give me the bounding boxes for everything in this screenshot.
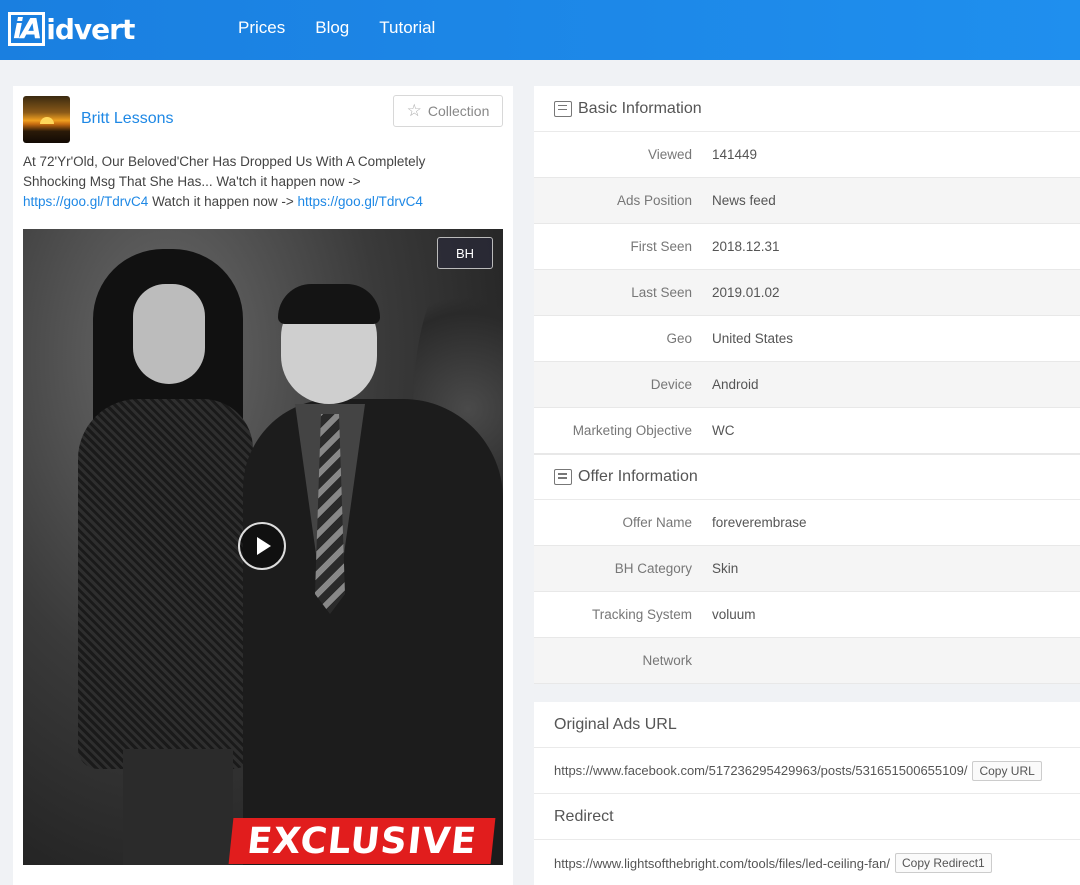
row-value: voluum xyxy=(712,607,756,622)
ad-link-2[interactable]: https://goo.gl/TdrvC4 xyxy=(298,194,423,209)
play-icon xyxy=(257,537,271,555)
redirect-url-row: https://www.lightsofthebright.com/tools/… xyxy=(534,840,1080,885)
info-row-last-seen: Last Seen 2019.01.02 xyxy=(534,270,1080,316)
offer-info-title: Offer Information xyxy=(578,468,698,485)
photo-woman-dress xyxy=(78,399,253,769)
row-key: Ads Position xyxy=(616,193,692,208)
bh-badge: BH xyxy=(437,237,493,269)
row-key: Marketing Objective xyxy=(572,423,692,438)
info-row-device: Device Android xyxy=(534,362,1080,408)
original-ads-url-row: https://www.facebook.com/517236295429963… xyxy=(534,748,1080,794)
row-value: 2019.01.02 xyxy=(712,285,780,300)
ad-text-line2: Shhocking Msg That She Has... Wa'tch it … xyxy=(23,174,361,189)
nav-tutorial-link[interactable]: Tutorial xyxy=(379,18,435,38)
info-row-offer-name: Offer Name foreverembrase xyxy=(534,500,1080,546)
basic-info-rows: Viewed 141449 Ads Position News feed First… xyxy=(534,132,1080,454)
basic-info-header: Basic Information xyxy=(534,86,1080,132)
exclusive-banner: EXCLUSIVE xyxy=(228,818,496,864)
offer-info-header: Offer Information xyxy=(534,454,1080,500)
sunset-sun xyxy=(40,117,54,124)
info-row-marketing-objective: Marketing Objective WC xyxy=(534,408,1080,454)
row-key: Offer Name xyxy=(622,515,692,530)
row-key: Device xyxy=(650,377,692,392)
offer-card-icon xyxy=(554,469,572,485)
info-row-geo: Geo United States xyxy=(534,316,1080,362)
ad-text-mid: Watch it happen now -> xyxy=(148,194,298,209)
row-key: Geo xyxy=(666,331,692,346)
row-key: BH Category xyxy=(614,561,692,576)
top-navigation-bar: iA idvert Prices Blog Tutorial xyxy=(0,0,1080,60)
ad-video-media[interactable]: BH EXCLUSIVE xyxy=(23,229,503,865)
row-value: News feed xyxy=(712,193,776,208)
ad-card: Britt Lessons ☆ Collection At 72'Yr'Old,… xyxy=(13,86,513,885)
offer-info-rows: Offer Name foreverembrase BH Category Skin… xyxy=(534,500,1080,684)
copy-url-button[interactable]: Copy URL xyxy=(972,760,1042,781)
logo-mark-text: iA xyxy=(8,12,46,46)
logo-mark: iA xyxy=(8,12,46,46)
info-row-ads-position: Ads Position News feed xyxy=(534,178,1080,224)
info-row-tracking-system: Tracking System voluum xyxy=(534,592,1080,638)
original-ads-url-title: Original Ads URL xyxy=(534,702,1080,748)
collection-button[interactable]: ☆ Collection xyxy=(393,95,503,127)
url-section: Original Ads URL https://www.facebook.co… xyxy=(534,702,1080,885)
original-ads-url[interactable]: https://www.facebook.com/517236295429963… xyxy=(554,763,967,778)
photo-man-hair xyxy=(278,284,380,324)
info-card-icon xyxy=(554,100,572,117)
logo-text: idvert xyxy=(46,12,135,46)
row-key: Viewed xyxy=(647,147,692,162)
redirect-url[interactable]: https://www.lightsofthebright.com/tools/… xyxy=(554,856,890,871)
row-key: Tracking System xyxy=(591,607,692,622)
play-button[interactable] xyxy=(238,522,286,570)
photo-man-suit xyxy=(243,399,503,865)
star-icon: ☆ xyxy=(406,101,422,120)
row-key: Network xyxy=(642,653,692,668)
row-value: 2018.12.31 xyxy=(712,239,780,254)
nav-prices-link[interactable]: Prices xyxy=(238,18,285,38)
info-row-viewed: Viewed 141449 xyxy=(534,132,1080,178)
ad-copy-text: At 72'Yr'Old, Our Beloved'Cher Has Dropp… xyxy=(23,152,503,212)
basic-info-title: Basic Information xyxy=(578,99,702,117)
logo[interactable]: iA idvert xyxy=(8,8,135,50)
row-value: Android xyxy=(712,377,759,392)
collection-label: Collection xyxy=(427,103,490,119)
row-key: Last Seen xyxy=(631,285,692,300)
author-name[interactable]: Britt Lessons xyxy=(81,110,173,128)
row-value: 141449 xyxy=(712,147,758,162)
photo-woman-face xyxy=(133,284,205,384)
row-value: Skin xyxy=(712,561,739,576)
row-value: foreverembrase xyxy=(712,515,807,530)
ad-link-1[interactable]: https://goo.gl/TdrvC4 xyxy=(23,194,148,209)
info-row-network: Network xyxy=(534,638,1080,684)
ad-text-line1: At 72'Yr'Old, Our Beloved'Cher Has Dropp… xyxy=(23,154,426,169)
row-key: First Seen xyxy=(630,239,692,254)
row-value: United States xyxy=(712,331,794,346)
info-row-first-seen: First Seen 2018.12.31 xyxy=(534,224,1080,270)
author-avatar[interactable] xyxy=(23,96,70,143)
redirect-title: Redirect xyxy=(534,794,1080,840)
photo-woman-legs xyxy=(123,749,233,865)
main-nav: Prices Blog Tutorial xyxy=(238,0,465,56)
info-row-bh-category: BH Category Skin xyxy=(534,546,1080,592)
copy-redirect-button[interactable]: Copy Redirect1 xyxy=(895,853,992,873)
row-value: WC xyxy=(712,423,735,438)
info-panel: Basic Information Viewed 141449 Ads Posit… xyxy=(534,86,1080,684)
nav-blog-link[interactable]: Blog xyxy=(315,18,349,38)
